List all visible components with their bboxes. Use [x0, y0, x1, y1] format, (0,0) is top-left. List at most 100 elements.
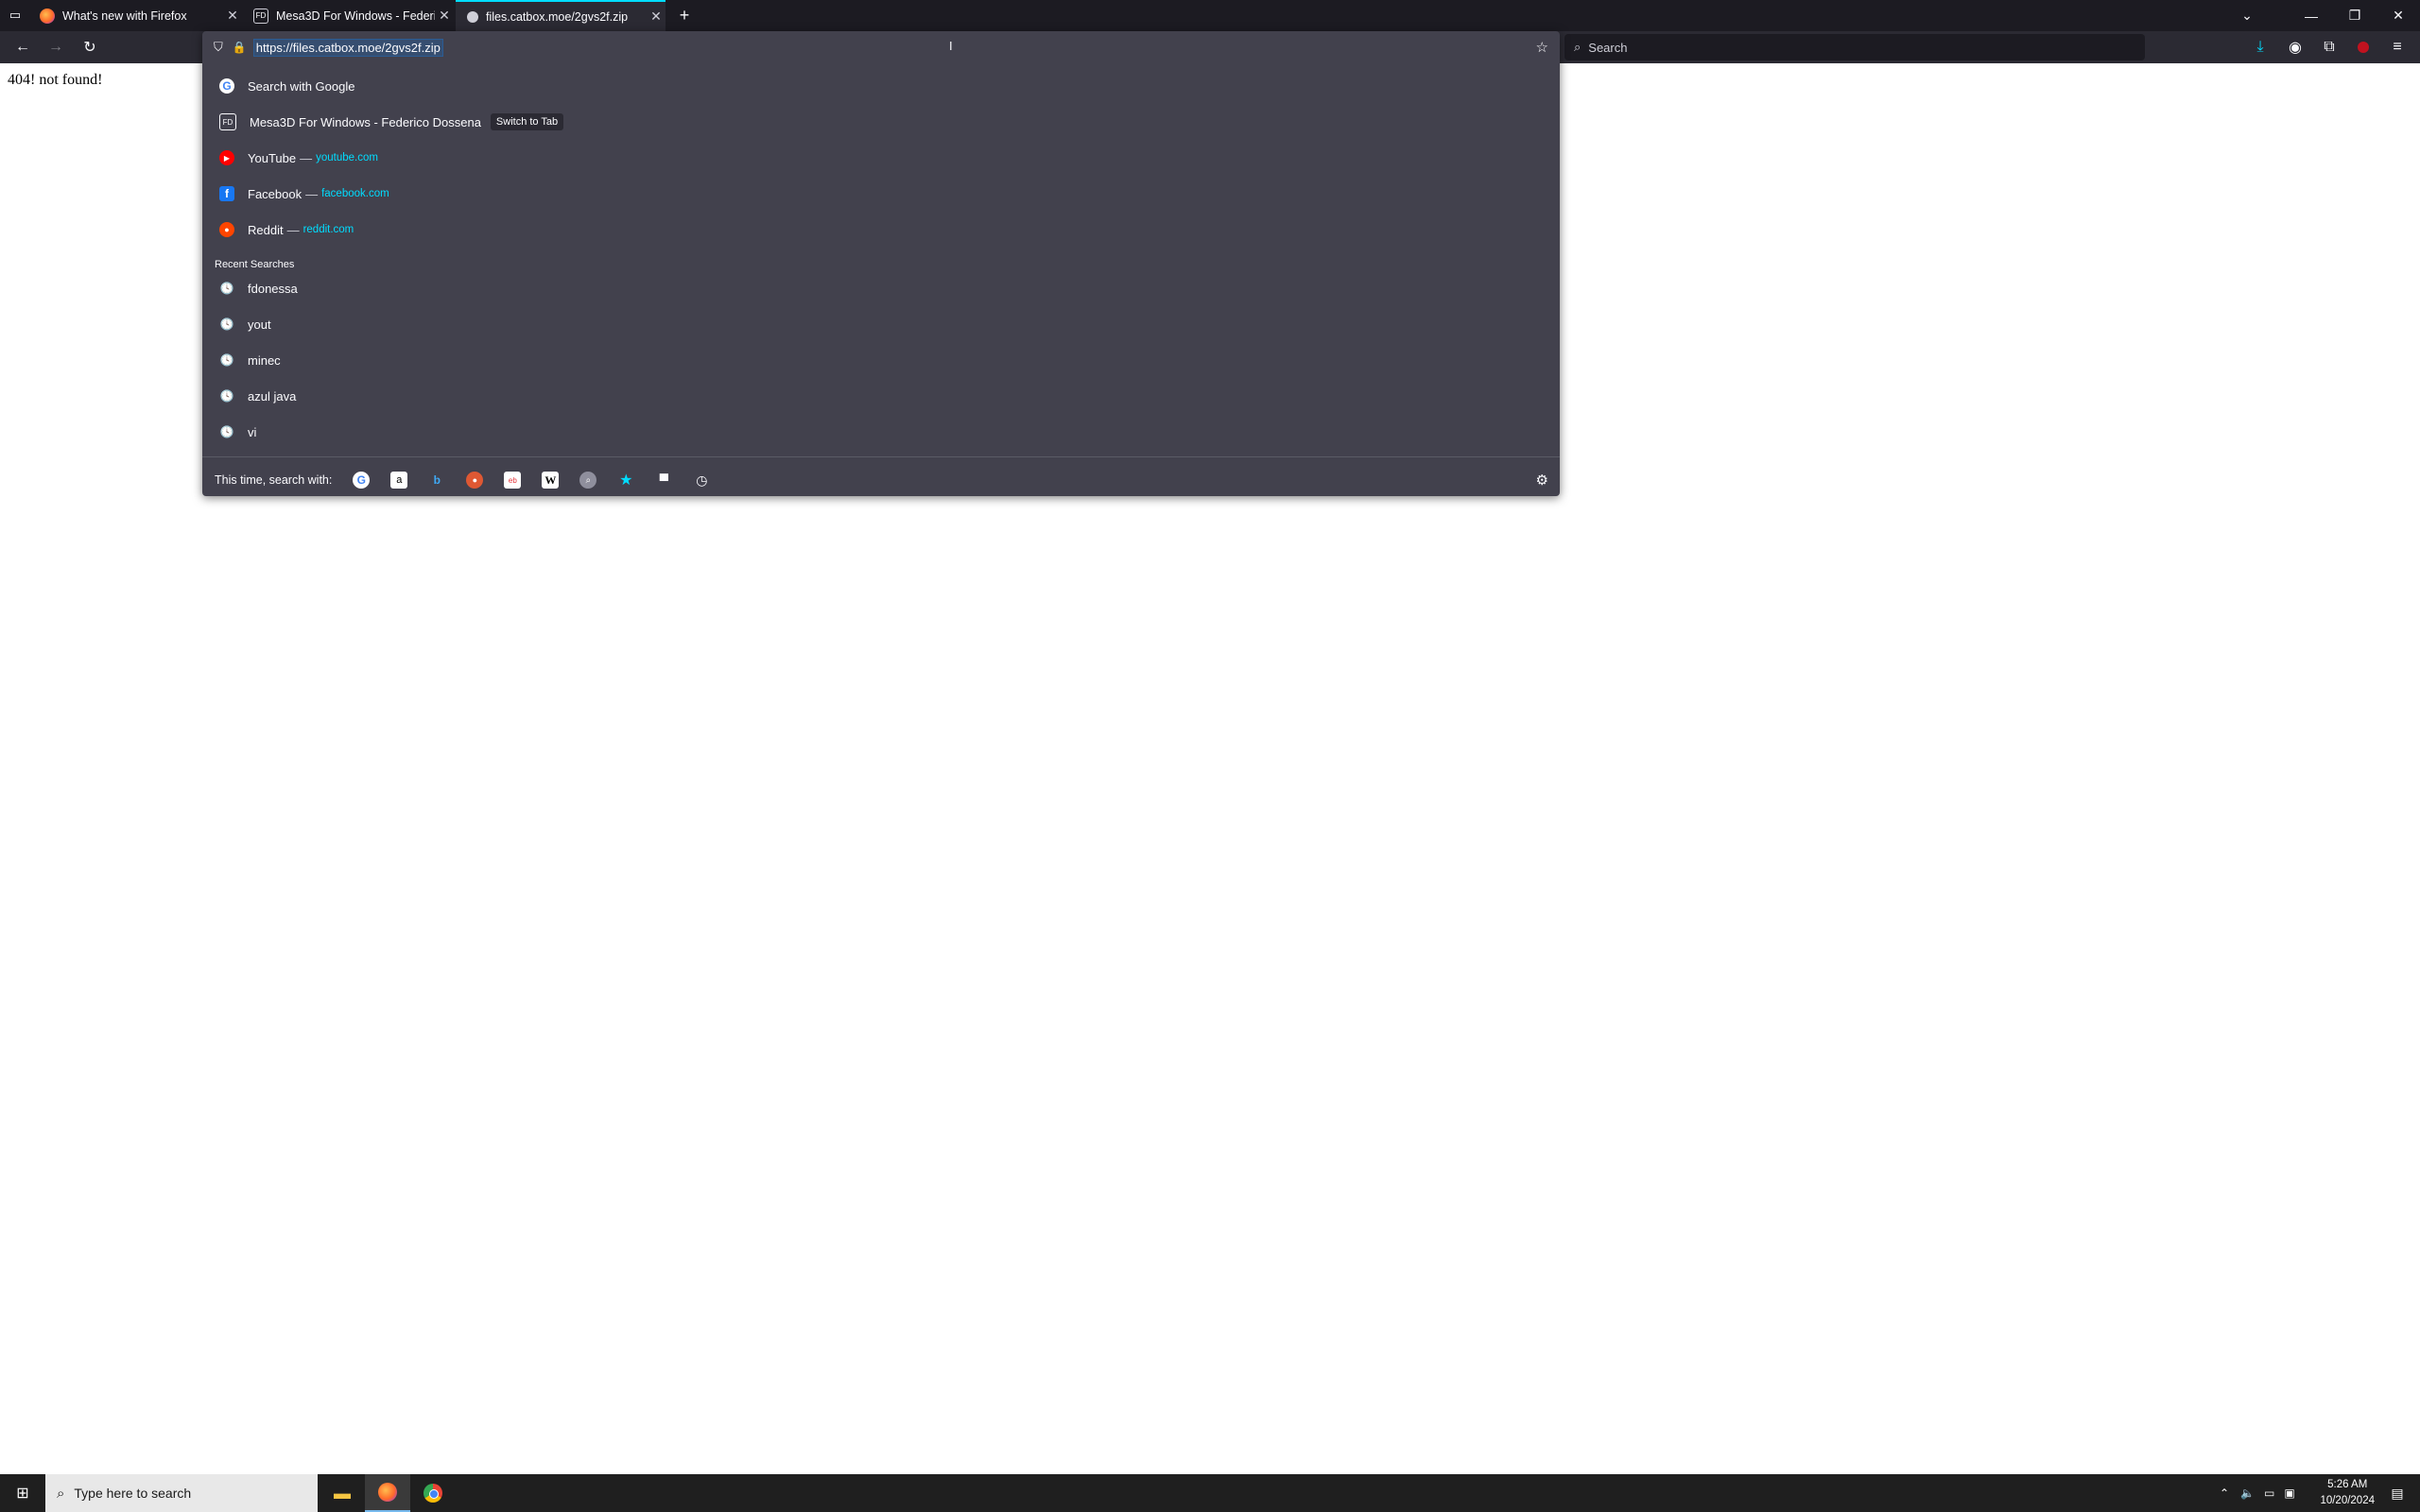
bookmark-star-icon[interactable]: ☆: [1536, 39, 1548, 56]
show-hidden-icons-icon[interactable]: ⌃: [2220, 1486, 2229, 1500]
close-window-button[interactable]: ✕: [2377, 0, 2420, 31]
search-with-google-row[interactable]: G Search with Google: [202, 72, 1560, 100]
clock-date: 10/20/2024: [2320, 1495, 2375, 1506]
history-clock-icon: 🕓: [219, 425, 234, 438]
shortcut-domain: facebook.com: [321, 188, 389, 199]
volume-muted-icon[interactable]: 🔈: [2240, 1486, 2255, 1500]
tracking-protection-icon[interactable]: ⛉: [214, 40, 223, 55]
firefox-icon: [40, 8, 55, 24]
notifications-icon[interactable]: ▤: [2375, 1474, 2420, 1512]
urlbar-dropdown: ⛉ 🔒 https://files.catbox.moe/2gvs2f.zip …: [202, 31, 1560, 496]
forward-icon[interactable]: →: [46, 38, 65, 57]
tab-title: files.catbox.moe/2gvs2f.zip: [486, 9, 629, 24]
taskbar-search-placeholder: Type here to search: [74, 1486, 192, 1501]
shortcut-name: YouTube: [248, 150, 297, 165]
display-icon[interactable]: ▣: [2284, 1486, 2294, 1500]
page-message: 404! not found!: [8, 72, 103, 88]
tabs-icon[interactable]: ▀: [655, 472, 672, 489]
list-all-tabs-icon[interactable]: ⌄: [2225, 0, 2269, 31]
recent-search-text: yout: [248, 317, 271, 332]
extensions-icon[interactable]: ⧉: [2320, 38, 2339, 57]
wikipedia-engine-icon[interactable]: W: [542, 472, 560, 489]
recent-searches-label: Recent Searches: [215, 259, 295, 270]
tab-strip: ▭ What's new with Firefox ✕ FD Mesa3D Fo…: [0, 0, 2420, 31]
tab-mesa3d[interactable]: FD Mesa3D For Windows - Federico ✕: [244, 0, 454, 31]
duckduckgo-engine-icon[interactable]: ●: [466, 472, 484, 489]
tab-title: What's new with Firefox: [62, 9, 187, 23]
shortcut-youtube[interactable]: ▶ YouTube — youtube.com: [202, 144, 1560, 172]
windows-start-icon[interactable]: ⊞: [0, 1474, 45, 1512]
taskbar-search-box[interactable]: ⌕ Type here to search: [45, 1474, 318, 1512]
search-with-label: Search with Google: [248, 78, 355, 94]
history-icon[interactable]: ◷: [693, 472, 710, 489]
search-icon: ⌕: [1574, 40, 1582, 54]
recent-search-text: fdonessa: [248, 281, 298, 296]
fd-logo-icon: FD: [253, 8, 268, 24]
recent-search-item[interactable]: 🕓 azul java: [202, 382, 1560, 410]
recent-search-item[interactable]: 🕓 minec: [202, 346, 1560, 374]
close-tab-icon[interactable]: ✕: [647, 9, 666, 25]
history-clock-icon: 🕓: [219, 353, 234, 367]
facebook-icon: f: [219, 186, 234, 201]
search-bar[interactable]: ⌕ Search: [1564, 34, 2145, 60]
one-off-search-bar: This time, search with: G a b ● eb W ⌕ ★…: [202, 466, 1560, 494]
clock[interactable]: 5:26 AM 10/20/2024: [2320, 1477, 2375, 1509]
search-placeholder: Search: [1588, 40, 1628, 55]
chrome-taskbar-icon[interactable]: [410, 1474, 456, 1512]
close-tab-icon[interactable]: ✕: [223, 8, 242, 24]
shortcut-domain: youtube.com: [316, 152, 378, 163]
history-clock-icon: 🕓: [219, 282, 234, 295]
minimize-button[interactable]: —: [2290, 0, 2333, 31]
youtube-icon: ▶: [219, 150, 234, 165]
tab-whats-new[interactable]: What's new with Firefox ✕: [32, 0, 242, 31]
google-search-icon: G: [219, 78, 234, 94]
reload-icon[interactable]: ↻: [80, 38, 99, 57]
recent-search-item[interactable]: 🕓 yout: [202, 310, 1560, 338]
search-settings-gear-icon[interactable]: ⚙: [1536, 472, 1548, 489]
search-icon: ⌕: [57, 1485, 65, 1502]
separator: —: [286, 222, 300, 237]
firefox-view-icon[interactable]: ▭: [6, 6, 25, 25]
reddit-icon: ●: [219, 222, 234, 237]
bing-engine-icon[interactable]: b: [428, 472, 445, 489]
lock-icon[interactable]: 🔒: [233, 41, 247, 54]
recent-search-item[interactable]: 🕓 fdonessa: [202, 274, 1560, 302]
ebay-engine-icon[interactable]: eb: [504, 472, 522, 489]
separator: —: [305, 186, 319, 201]
account-icon[interactable]: ◉: [2286, 38, 2305, 57]
back-icon[interactable]: ←: [13, 38, 32, 57]
new-tab-button[interactable]: +: [675, 6, 694, 25]
search-engine-icon[interactable]: ⌕: [579, 472, 597, 489]
text-cursor-icon: I: [949, 39, 953, 53]
menu-icon[interactable]: ≡: [2388, 38, 2407, 57]
recent-search-item[interactable]: 🕓 vi: [202, 418, 1560, 446]
globe-icon: [467, 10, 478, 23]
switch-to-tab-row[interactable]: FD Mesa3D For Windows - Federico Dossena…: [202, 108, 1560, 136]
urlbar[interactable]: ⛉ 🔒 https://files.catbox.moe/2gvs2f.zip …: [202, 31, 1560, 63]
google-engine-icon[interactable]: G: [353, 472, 371, 489]
switch-to-tab-button[interactable]: Switch to Tab: [490, 113, 564, 130]
network-icon[interactable]: ▭: [2264, 1486, 2274, 1500]
fd-logo-icon: FD: [219, 113, 236, 130]
shortcut-facebook[interactable]: f Facebook — facebook.com: [202, 180, 1560, 208]
history-clock-icon: 🕓: [219, 389, 234, 403]
shortcut-reddit[interactable]: ● Reddit — reddit.com: [202, 215, 1560, 244]
shortcut-name: Facebook: [248, 186, 302, 201]
bookmarks-icon[interactable]: ★: [617, 472, 634, 489]
tab-title: Mesa3D For Windows - Federico: [276, 9, 435, 23]
amazon-engine-icon[interactable]: a: [390, 472, 408, 489]
downloads-icon[interactable]: ⤓: [2251, 38, 2270, 57]
history-clock-icon: 🕓: [219, 318, 234, 331]
separator: —: [300, 150, 313, 165]
windows-taskbar: ⊞ ⌕ Type here to search ▬ ⌃ 🔈 ▭ ▣ 5:26 A…: [0, 1474, 2420, 1512]
file-explorer-icon[interactable]: ▬: [320, 1474, 365, 1512]
ublock-icon[interactable]: [2354, 38, 2373, 57]
restore-button[interactable]: ❐: [2333, 0, 2377, 31]
firefox-taskbar-icon[interactable]: [365, 1474, 410, 1512]
url-input[interactable]: https://files.catbox.moe/2gvs2f.zip: [252, 38, 443, 57]
tab-catbox[interactable]: files.catbox.moe/2gvs2f.zip ✕: [456, 0, 666, 31]
recent-search-text: minec: [248, 352, 281, 368]
close-tab-icon[interactable]: ✕: [435, 8, 454, 24]
recent-search-text: azul java: [248, 388, 297, 404]
shortcut-domain: reddit.com: [302, 224, 354, 235]
